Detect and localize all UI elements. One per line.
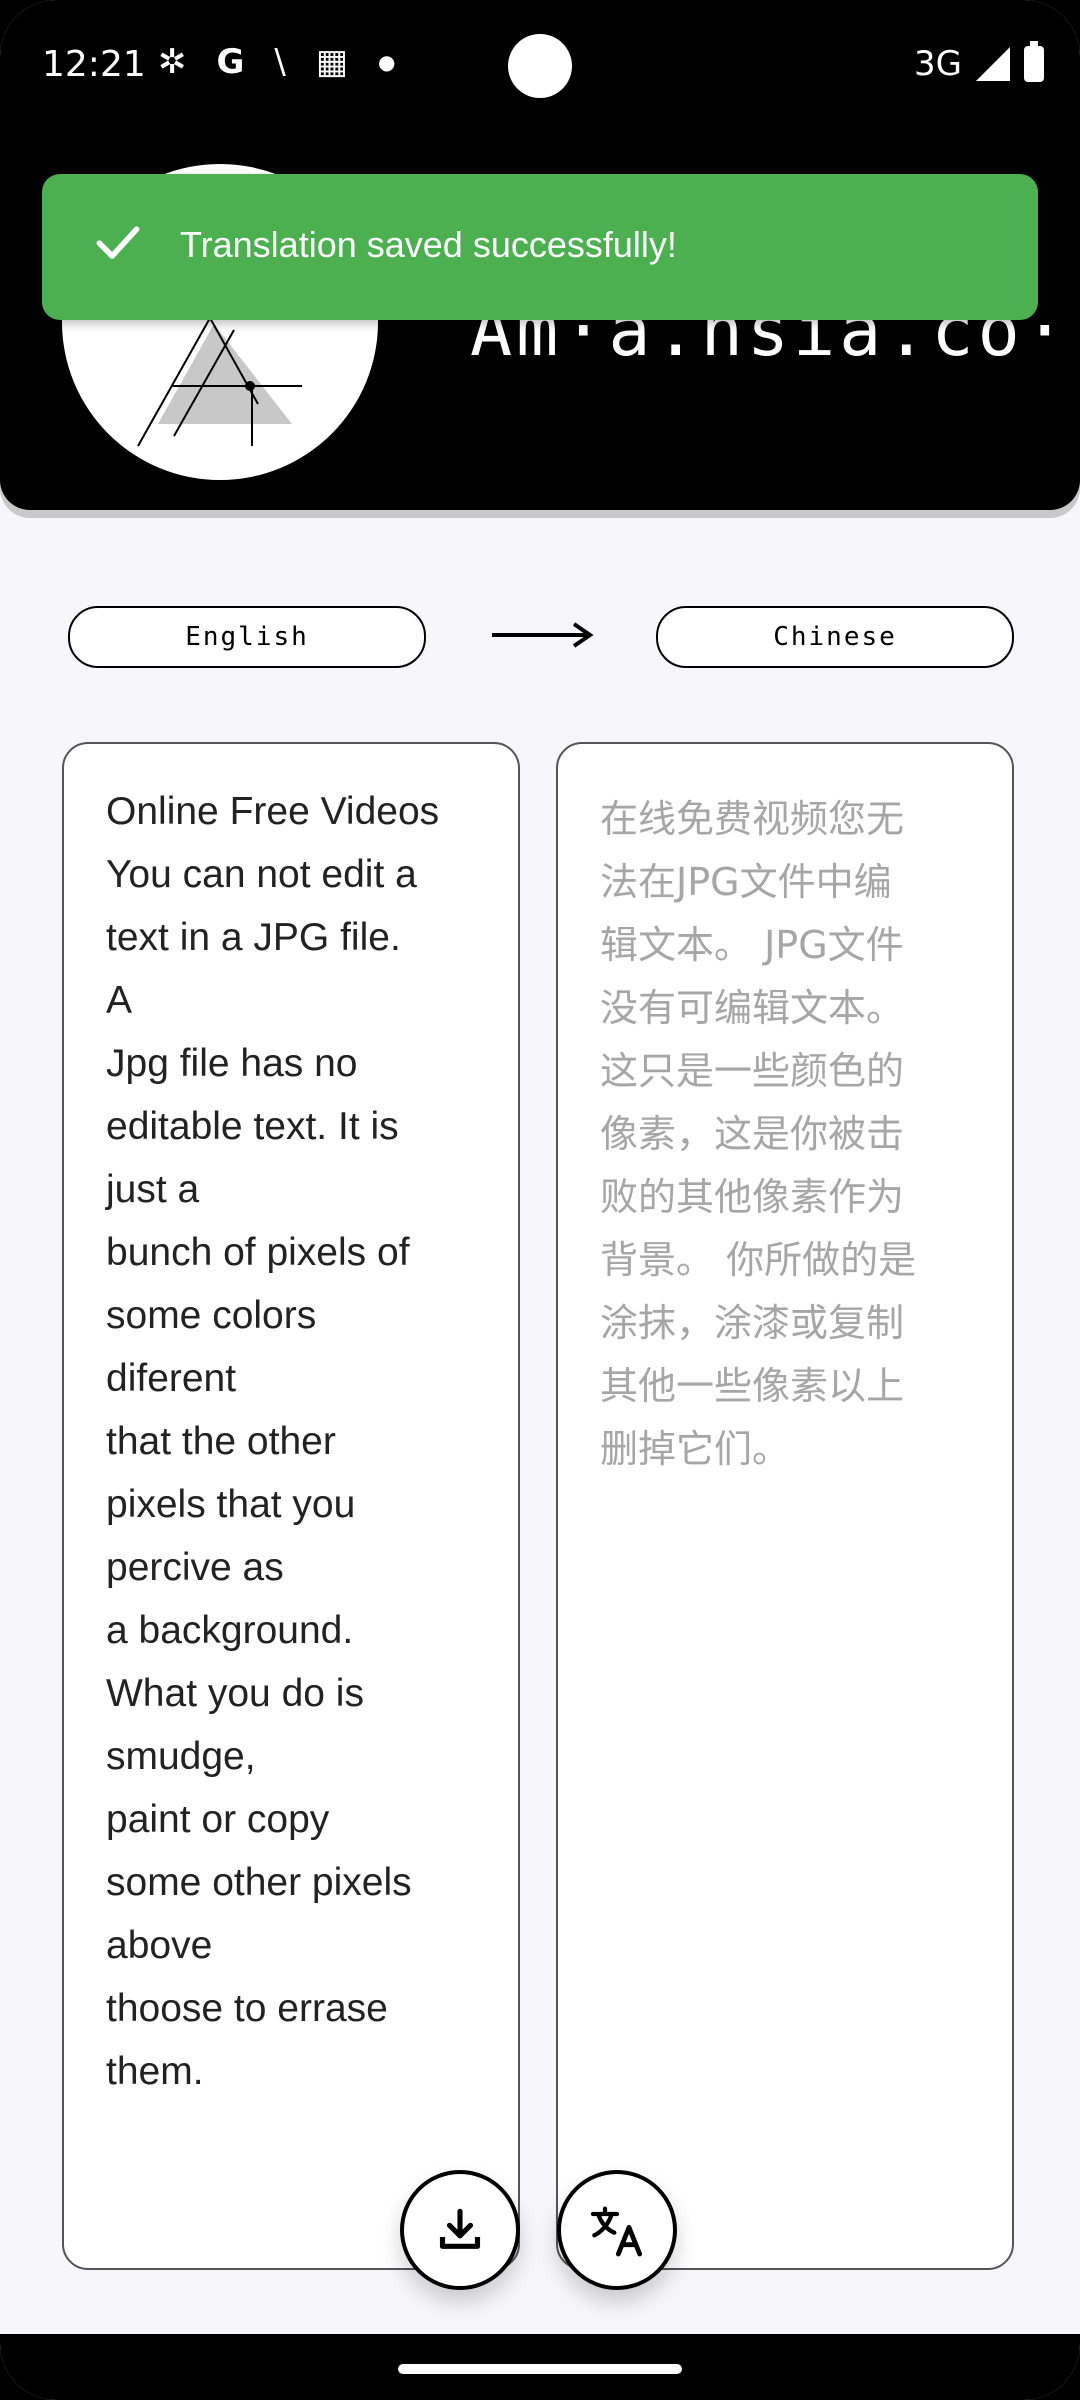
source-text-panel[interactable]: Online Free Videos You can not edit a te… [62,742,520,2270]
home-indicator[interactable] [398,2364,682,2374]
translated-text-panel: 在线免费视频您无 法在JPG文件中编 辑文本。 JPG文件 没有可编辑文本。 这… [556,742,1014,2270]
source-language-selector[interactable]: English [68,606,426,668]
battery-icon [1024,41,1044,82]
status-system-icons: 3G [914,41,1044,84]
translate-icon [590,2206,643,2257]
network-type: 3G [914,44,962,84]
google-icon: G [216,42,245,82]
source-text[interactable]: Online Free Videos You can not edit a te… [106,780,496,2103]
pinwheel-icon: ✲ [158,42,187,82]
translated-text: 在线免费视频您无 法在JPG文件中编 辑文本。 JPG文件 没有可编辑文本。 这… [600,797,917,1471]
status-time: 12:21 [42,44,146,85]
toast-message: Translation saved successfully! [180,224,677,265]
calendar-icon: ▦ [315,42,349,82]
camera-cutout [508,34,572,98]
target-language-selector[interactable]: Chinese [656,606,1014,668]
status-notification-icons: ✲ G \ ▦ ● [158,44,395,80]
signal-icon [976,47,1010,81]
arrow-right-icon [492,622,594,648]
success-toast: Translation saved successfully! [42,174,1038,320]
dot-icon: ● [378,50,396,74]
status-bar: 12:21 ✲ G \ ▦ ● 3G [0,0,1080,130]
app-screen: 12:21 ✲ G \ ▦ ● 3G Am·a.nsia.co· Transla… [0,0,1080,2400]
checkmark-icon [96,226,140,259]
download-icon [439,2208,481,2249]
translate-button[interactable] [557,2170,677,2290]
slash-icon: \ [274,42,286,82]
save-translation-button[interactable] [400,2170,520,2290]
